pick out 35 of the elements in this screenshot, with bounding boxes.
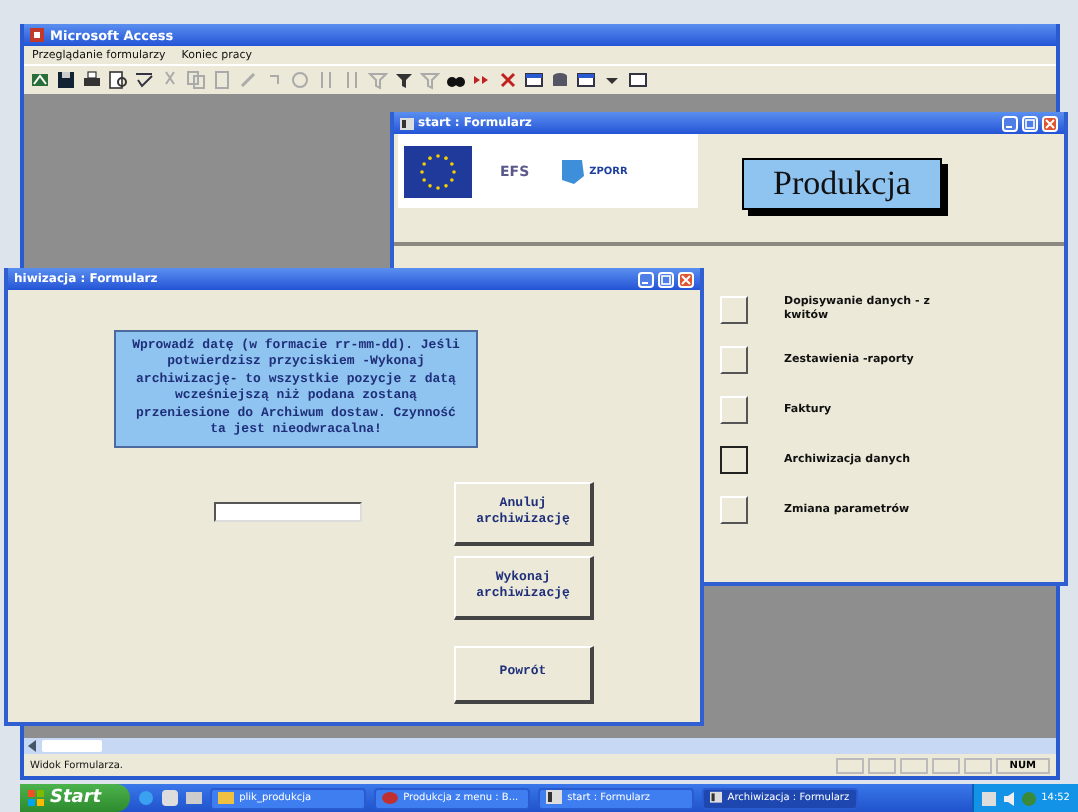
app-icon[interactable] <box>161 790 178 806</box>
form-icon <box>709 790 722 806</box>
close-icon[interactable] <box>678 271 694 287</box>
arrows-icon[interactable] <box>472 70 492 90</box>
map-icon <box>557 157 586 185</box>
close-icon[interactable] <box>1042 115 1058 131</box>
form-icon <box>545 790 562 806</box>
date-field[interactable] <box>214 501 362 522</box>
form-view-icon[interactable] <box>30 70 50 90</box>
database-icon[interactable] <box>550 70 570 90</box>
printer-icon[interactable] <box>82 70 102 90</box>
maximize-icon[interactable] <box>1022 115 1038 131</box>
scroll-left-icon[interactable] <box>28 740 38 752</box>
status-panel <box>963 757 992 773</box>
status-panel <box>835 757 864 773</box>
status-panel <box>899 757 928 773</box>
scrollbar-thumb[interactable] <box>42 740 102 752</box>
status-panel <box>931 757 960 773</box>
database-icon <box>381 790 398 806</box>
form-icon <box>400 117 414 129</box>
status-panel <box>867 757 896 773</box>
window-icon[interactable] <box>576 70 596 90</box>
minimize-icon[interactable] <box>638 271 654 287</box>
window-icon[interactable] <box>628 70 648 90</box>
windows-logo-icon <box>28 790 44 806</box>
delete-icon[interactable] <box>498 70 518 90</box>
speaker-icon <box>1001 791 1016 805</box>
preview-icon[interactable] <box>108 70 128 90</box>
folder-icon <box>217 790 234 806</box>
option-button[interactable] <box>720 446 748 474</box>
minimize-icon[interactable] <box>1002 115 1018 131</box>
flag-icon <box>404 145 472 197</box>
heading-label: Produkcja <box>742 158 942 210</box>
maximize-icon[interactable] <box>658 271 674 287</box>
window-icon[interactable] <box>524 70 544 90</box>
